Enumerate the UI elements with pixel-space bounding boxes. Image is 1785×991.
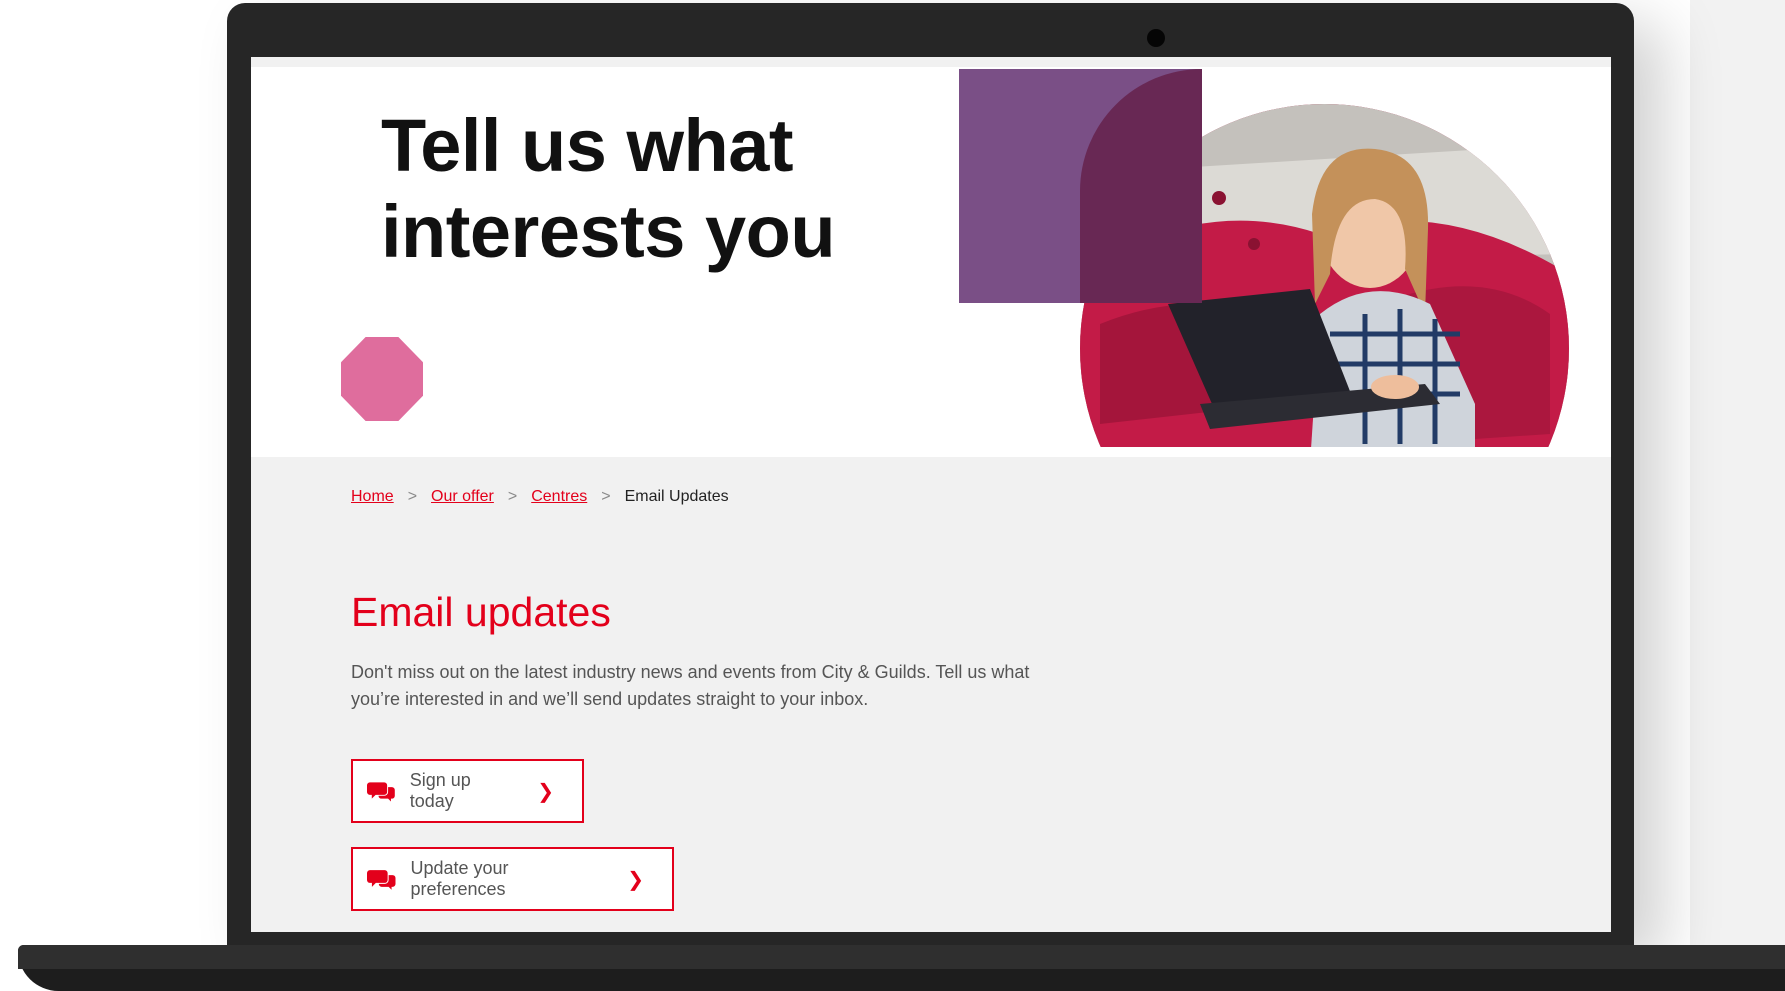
- laptop-base-top: [18, 945, 1785, 969]
- browser-screen: Tell us what interests you Home > Our of…: [251, 57, 1611, 932]
- sign-up-button[interactable]: Sign up today ❯: [351, 759, 584, 823]
- breadcrumb-home-link[interactable]: Home: [351, 488, 394, 506]
- background-strip: [1690, 0, 1785, 945]
- chat-bubbles-icon: [367, 782, 395, 802]
- intro-text: Don't miss out on the latest industry ne…: [351, 662, 1030, 709]
- purple-overlap-shape: [1080, 69, 1202, 303]
- breadcrumb: Home > Our offer > Centres > Email Updat…: [351, 488, 729, 506]
- breadcrumb-centres-link[interactable]: Centres: [531, 488, 587, 506]
- page-title: Email updates: [351, 589, 611, 635]
- chat-bubbles-icon: [367, 870, 396, 890]
- breadcrumb-our-offer-link[interactable]: Our offer: [431, 488, 494, 506]
- laptop-camera: [1147, 29, 1165, 47]
- breadcrumb-separator-icon: >: [601, 488, 611, 505]
- update-preferences-button[interactable]: Update your preferences ❯: [351, 847, 674, 911]
- chevron-right-icon: ❯: [537, 780, 554, 803]
- hero-photo-clip: [251, 57, 1611, 447]
- chevron-right-icon: ❯: [627, 868, 644, 891]
- sign-up-button-label: Sign up today: [409, 770, 471, 811]
- breadcrumb-current: Email Updates: [624, 488, 729, 505]
- update-preferences-button-label: Update your preferences: [410, 858, 509, 899]
- breadcrumb-separator-icon: >: [507, 488, 518, 505]
- breadcrumb-separator-icon: >: [407, 488, 418, 505]
